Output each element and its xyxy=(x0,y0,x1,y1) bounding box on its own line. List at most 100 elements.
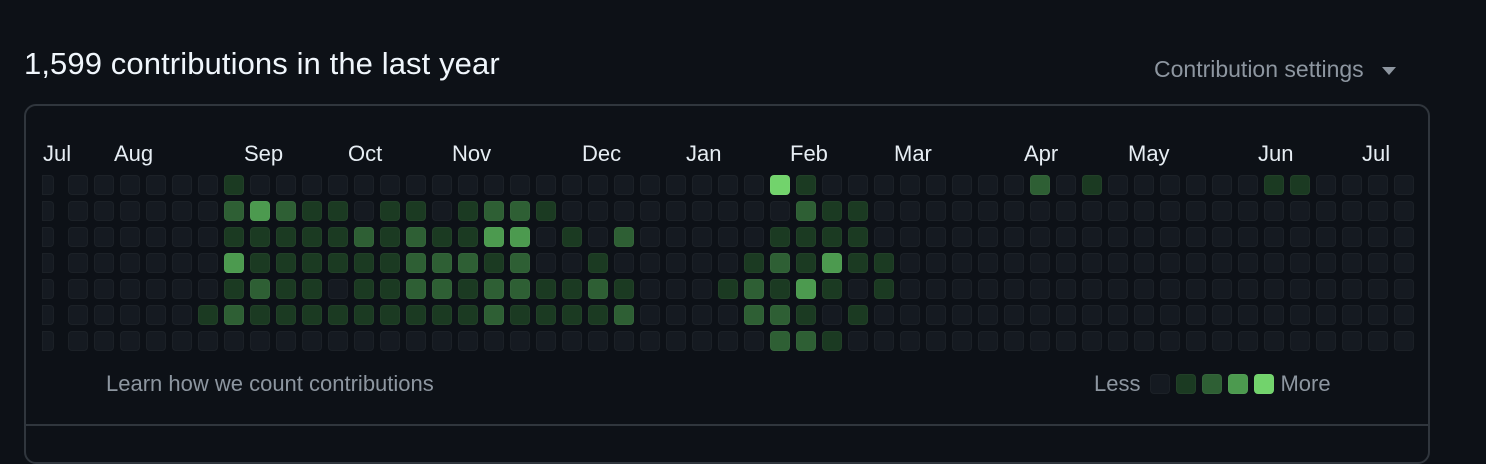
contribution-day-cell[interactable] xyxy=(354,305,374,325)
contribution-day-cell[interactable] xyxy=(1342,201,1362,221)
contribution-day-cell[interactable] xyxy=(848,253,868,273)
contribution-day-cell[interactable] xyxy=(276,227,296,247)
contribution-day-cell[interactable] xyxy=(484,227,504,247)
contribution-day-cell[interactable] xyxy=(640,279,660,299)
contribution-day-cell[interactable] xyxy=(1212,227,1232,247)
contribution-day-cell[interactable] xyxy=(1316,279,1336,299)
contribution-day-cell[interactable] xyxy=(42,305,54,325)
contribution-day-cell[interactable] xyxy=(614,331,634,351)
contribution-day-cell[interactable] xyxy=(1186,279,1206,299)
contribution-day-cell[interactable] xyxy=(250,227,270,247)
contribution-day-cell[interactable] xyxy=(1004,253,1024,273)
contribution-day-cell[interactable] xyxy=(484,279,504,299)
contribution-day-cell[interactable] xyxy=(1134,331,1154,351)
contribution-day-cell[interactable] xyxy=(1160,175,1180,195)
contribution-day-cell[interactable] xyxy=(146,201,166,221)
contribution-day-cell[interactable] xyxy=(328,175,348,195)
contribution-day-cell[interactable] xyxy=(510,227,530,247)
contribution-day-cell[interactable] xyxy=(978,227,998,247)
contribution-day-cell[interactable] xyxy=(770,253,790,273)
contribution-day-cell[interactable] xyxy=(172,305,192,325)
contribution-day-cell[interactable] xyxy=(1212,201,1232,221)
contribution-day-cell[interactable] xyxy=(1082,331,1102,351)
contribution-day-cell[interactable] xyxy=(198,253,218,273)
contribution-day-cell[interactable] xyxy=(796,253,816,273)
contribution-day-cell[interactable] xyxy=(796,201,816,221)
contribution-day-cell[interactable] xyxy=(1368,279,1388,299)
contribution-day-cell[interactable] xyxy=(1238,331,1258,351)
contribution-day-cell[interactable] xyxy=(276,175,296,195)
contribution-day-cell[interactable] xyxy=(94,227,114,247)
contribution-day-cell[interactable] xyxy=(224,201,244,221)
contribution-day-cell[interactable] xyxy=(68,201,88,221)
contribution-day-cell[interactable] xyxy=(380,175,400,195)
contribution-day-cell[interactable] xyxy=(510,201,530,221)
contribution-day-cell[interactable] xyxy=(588,201,608,221)
contribution-day-cell[interactable] xyxy=(978,201,998,221)
contribution-day-cell[interactable] xyxy=(926,331,946,351)
contribution-day-cell[interactable] xyxy=(770,279,790,299)
contribution-day-cell[interactable] xyxy=(94,175,114,195)
contribution-day-cell[interactable] xyxy=(1160,227,1180,247)
contribution-day-cell[interactable] xyxy=(692,201,712,221)
contribution-day-cell[interactable] xyxy=(952,279,972,299)
contribution-day-cell[interactable] xyxy=(276,279,296,299)
contribution-day-cell[interactable] xyxy=(328,331,348,351)
contribution-day-cell[interactable] xyxy=(510,279,530,299)
contribution-day-cell[interactable] xyxy=(640,175,660,195)
contribution-day-cell[interactable] xyxy=(172,279,192,299)
contribution-day-cell[interactable] xyxy=(120,331,140,351)
contribution-day-cell[interactable] xyxy=(1212,331,1232,351)
contribution-day-cell[interactable] xyxy=(666,253,686,273)
contribution-day-cell[interactable] xyxy=(1212,279,1232,299)
contribution-day-cell[interactable] xyxy=(822,279,842,299)
contribution-day-cell[interactable] xyxy=(1004,305,1024,325)
contribution-day-cell[interactable] xyxy=(1342,331,1362,351)
contribution-day-cell[interactable] xyxy=(640,253,660,273)
contribution-day-cell[interactable] xyxy=(744,175,764,195)
contribution-day-cell[interactable] xyxy=(692,305,712,325)
contribution-day-cell[interactable] xyxy=(1290,175,1310,195)
contribution-day-cell[interactable] xyxy=(146,331,166,351)
contribution-day-cell[interactable] xyxy=(328,227,348,247)
contribution-day-cell[interactable] xyxy=(718,305,738,325)
contribution-day-cell[interactable] xyxy=(692,227,712,247)
contribution-day-cell[interactable] xyxy=(42,227,54,247)
contribution-day-cell[interactable] xyxy=(926,253,946,273)
contribution-day-cell[interactable] xyxy=(900,175,920,195)
contribution-day-cell[interactable] xyxy=(1316,331,1336,351)
contribution-day-cell[interactable] xyxy=(1160,201,1180,221)
contribution-day-cell[interactable] xyxy=(718,201,738,221)
contribution-day-cell[interactable] xyxy=(1108,331,1128,351)
contribution-day-cell[interactable] xyxy=(302,175,322,195)
contribution-day-cell[interactable] xyxy=(1290,227,1310,247)
contribution-day-cell[interactable] xyxy=(1264,201,1284,221)
contribution-day-cell[interactable] xyxy=(198,175,218,195)
contribution-day-cell[interactable] xyxy=(484,305,504,325)
contribution-day-cell[interactable] xyxy=(1004,227,1024,247)
contribution-day-cell[interactable] xyxy=(1368,331,1388,351)
contribution-day-cell[interactable] xyxy=(146,175,166,195)
contribution-day-cell[interactable] xyxy=(250,279,270,299)
contribution-day-cell[interactable] xyxy=(796,175,816,195)
contribution-settings-dropdown[interactable]: Contribution settings xyxy=(1154,56,1396,83)
contribution-day-cell[interactable] xyxy=(952,305,972,325)
contribution-day-cell[interactable] xyxy=(432,305,452,325)
contribution-day-cell[interactable] xyxy=(848,201,868,221)
contribution-day-cell[interactable] xyxy=(848,227,868,247)
contribution-day-cell[interactable] xyxy=(1056,331,1076,351)
contribution-day-cell[interactable] xyxy=(1368,227,1388,247)
contribution-day-cell[interactable] xyxy=(510,305,530,325)
contribution-day-cell[interactable] xyxy=(562,201,582,221)
contribution-day-cell[interactable] xyxy=(94,279,114,299)
contribution-day-cell[interactable] xyxy=(1004,331,1024,351)
contribution-day-cell[interactable] xyxy=(926,279,946,299)
contribution-day-cell[interactable] xyxy=(1108,227,1128,247)
contribution-day-cell[interactable] xyxy=(1186,227,1206,247)
contribution-day-cell[interactable] xyxy=(562,175,582,195)
contribution-day-cell[interactable] xyxy=(978,305,998,325)
contribution-day-cell[interactable] xyxy=(1264,279,1284,299)
contribution-day-cell[interactable] xyxy=(1030,201,1050,221)
learn-how-we-count-link[interactable]: Learn how we count contributions xyxy=(106,371,434,397)
contribution-day-cell[interactable] xyxy=(1056,279,1076,299)
